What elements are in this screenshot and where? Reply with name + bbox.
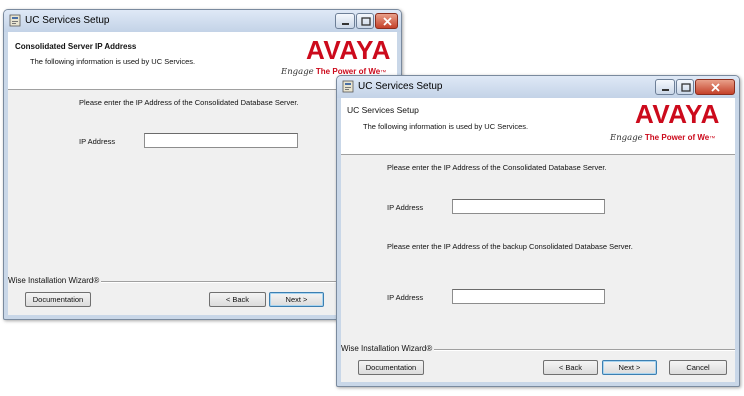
ip-address-input-backup[interactable] [452,289,605,304]
wizard-label: Wise Installation Wizard® [8,276,102,285]
tagline-mark: ™ [709,136,716,142]
back-button[interactable]: < Back [209,292,266,307]
title-bar[interactable]: UC Services Setup [337,76,739,98]
ip-address-label: IP Address [79,137,116,146]
back-button[interactable]: < Back [543,360,598,375]
cancel-button[interactable]: Cancel [669,360,727,375]
minimize-icon [662,89,669,91]
wizard-label: Wise Installation Wizard® [341,344,435,353]
banner-title: Consolidated Server IP Address [15,42,137,51]
prompt-backup: Please enter the IP Address of the backu… [387,242,633,251]
setup-window-backup-ip: UC Services Setup UC Services Setup The … [336,75,740,387]
documentation-button[interactable]: Documentation [358,360,424,375]
window-title: UC Services Setup [358,81,443,92]
maximize-icon [681,83,691,92]
prompt-primary: Please enter the IP Address of the Conso… [387,163,607,172]
tagline-text: The Power of We [644,133,710,142]
ip-address-label-backup: IP Address [387,293,424,302]
prompt-text: Please enter the IP Address of the Conso… [79,98,299,107]
title-bar[interactable]: UC Services Setup [4,10,401,32]
avaya-logo: AVAYA [635,99,720,129]
documentation-button[interactable]: Documentation [25,292,91,307]
maximize-button[interactable] [356,13,374,29]
banner-title: UC Services Setup [347,105,419,115]
maximize-icon [361,17,371,26]
minimize-button[interactable] [335,13,355,29]
tagline-script: Engage [610,133,643,143]
logo-tagline: Engage The Power of We™ [610,134,715,143]
close-button[interactable] [375,13,398,29]
ip-address-input-primary[interactable] [452,199,605,214]
setup-app-icon [342,80,354,93]
next-button[interactable]: Next > [269,292,324,307]
minimize-icon [342,23,349,25]
window-title: UC Services Setup [25,15,110,26]
dialog-client: UC Services Setup The following informat… [341,98,735,382]
ip-address-input[interactable] [144,133,298,148]
minimize-button[interactable] [655,79,675,95]
close-icon [711,83,720,92]
next-button[interactable]: Next > [602,360,657,375]
avaya-logo: AVAYA [306,35,391,65]
setup-app-icon [9,14,21,27]
tagline-script: Engage [281,67,314,77]
maximize-button[interactable] [676,79,694,95]
close-button[interactable] [695,79,735,95]
close-icon [383,17,392,26]
ip-address-label-primary: IP Address [387,203,424,212]
header-banner: UC Services Setup The following informat… [341,98,735,155]
banner-subtitle: The following information is used by UC … [30,57,196,66]
banner-subtitle: The following information is used by UC … [363,122,529,131]
